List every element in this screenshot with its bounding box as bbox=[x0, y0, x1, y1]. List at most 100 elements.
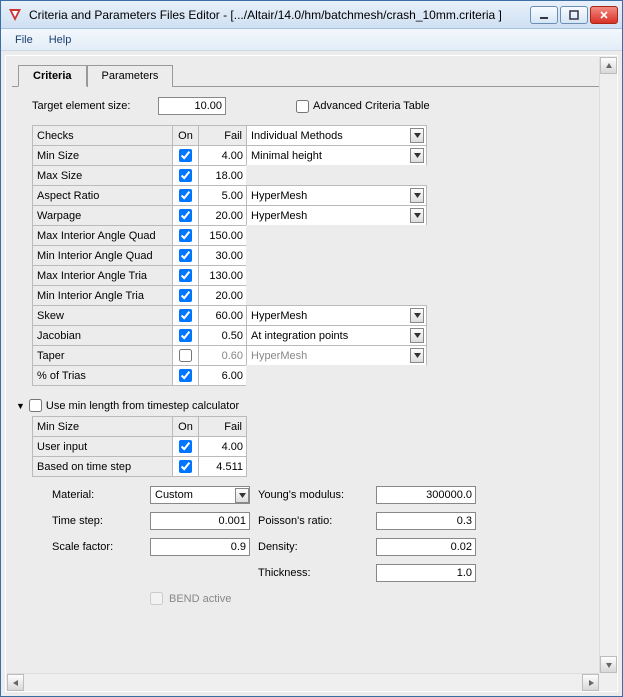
criteria-on-checkbox[interactable] bbox=[179, 349, 192, 362]
criteria-name: Max Size bbox=[32, 165, 173, 186]
target-size-input[interactable] bbox=[158, 97, 226, 115]
tab-criteria[interactable]: Criteria bbox=[18, 65, 87, 87]
timestep-fail-cell[interactable]: 4.00 bbox=[198, 436, 247, 457]
criteria-fail-cell[interactable]: 130.00 bbox=[198, 265, 247, 286]
young-input[interactable] bbox=[376, 486, 476, 504]
criteria-fail-cell[interactable]: 30.00 bbox=[198, 245, 247, 266]
criteria-fail-cell[interactable]: 20.00 bbox=[198, 285, 247, 306]
col-checks: Checks bbox=[32, 125, 173, 146]
criteria-method-cell[interactable]: Minimal height bbox=[246, 145, 427, 166]
col-methods[interactable]: Individual Methods bbox=[246, 125, 427, 146]
density-input[interactable] bbox=[376, 538, 476, 556]
criteria-on-cell[interactable] bbox=[172, 365, 199, 386]
criteria-on-cell[interactable] bbox=[172, 225, 199, 246]
maximize-button[interactable] bbox=[560, 6, 588, 24]
criteria-on-checkbox[interactable] bbox=[179, 229, 192, 242]
criteria-method-cell[interactable]: HyperMesh bbox=[246, 185, 427, 206]
scroll-left-icon[interactable] bbox=[7, 674, 24, 691]
criteria-method-cell[interactable]: At integration points bbox=[246, 325, 427, 346]
criteria-on-checkbox[interactable] bbox=[179, 289, 192, 302]
content-panel: Criteria Parameters Target element size:… bbox=[5, 55, 618, 692]
criteria-on-cell[interactable] bbox=[172, 165, 199, 186]
poisson-input[interactable] bbox=[376, 512, 476, 530]
use-min-length-checkbox[interactable] bbox=[29, 399, 42, 412]
criteria-fail-cell[interactable]: 150.00 bbox=[198, 225, 247, 246]
criteria-on-cell[interactable] bbox=[172, 345, 199, 366]
criteria-on-checkbox[interactable] bbox=[179, 269, 192, 282]
criteria-on-cell[interactable] bbox=[172, 245, 199, 266]
scroll-up-icon[interactable] bbox=[600, 57, 617, 74]
criteria-name: % of Trias bbox=[32, 365, 173, 386]
chevron-down-icon[interactable] bbox=[410, 308, 424, 323]
timestep-fail-cell[interactable]: 4.511 bbox=[198, 456, 247, 477]
collapse-icon[interactable]: ▼ bbox=[16, 401, 25, 411]
criteria-fail-cell[interactable]: 0.50 bbox=[198, 325, 247, 346]
criteria-on-cell[interactable] bbox=[172, 265, 199, 286]
criteria-fail-cell[interactable]: 6.00 bbox=[198, 365, 247, 386]
material-label: Material: bbox=[52, 489, 142, 501]
criteria-fail-cell[interactable]: 4.00 bbox=[198, 145, 247, 166]
chevron-down-icon[interactable] bbox=[410, 348, 424, 363]
criteria-on-cell[interactable] bbox=[172, 285, 199, 306]
timestep-on-cell[interactable] bbox=[172, 436, 199, 457]
criteria-name: Warpage bbox=[32, 205, 173, 226]
menu-help[interactable]: Help bbox=[41, 32, 80, 48]
col-fail: Fail bbox=[198, 125, 247, 146]
window-title: Criteria and Parameters Files Editor - [… bbox=[29, 8, 530, 22]
criteria-fail-cell[interactable]: 60.00 bbox=[198, 305, 247, 326]
criteria-fail-cell[interactable]: 0.60 bbox=[198, 345, 247, 366]
criteria-on-checkbox[interactable] bbox=[179, 329, 192, 342]
criteria-method-cell[interactable]: HyperMesh bbox=[246, 205, 427, 226]
thickness-input[interactable] bbox=[376, 564, 476, 582]
timestep-on-checkbox[interactable] bbox=[179, 460, 192, 473]
criteria-on-cell[interactable] bbox=[172, 205, 199, 226]
minimize-button[interactable] bbox=[530, 6, 558, 24]
criteria-method-cell bbox=[246, 265, 427, 286]
thickness-label: Thickness: bbox=[258, 567, 368, 579]
chevron-down-icon[interactable] bbox=[410, 128, 424, 143]
chevron-down-icon[interactable] bbox=[410, 208, 424, 223]
chevron-down-icon[interactable] bbox=[235, 488, 249, 503]
col2-minsize: Min Size bbox=[32, 416, 173, 437]
scroll-down-icon[interactable] bbox=[600, 656, 617, 673]
criteria-on-checkbox[interactable] bbox=[179, 209, 192, 222]
timestep-input[interactable] bbox=[150, 512, 250, 530]
app-icon bbox=[7, 7, 23, 23]
criteria-on-checkbox[interactable] bbox=[179, 169, 192, 182]
criteria-on-cell[interactable] bbox=[172, 145, 199, 166]
main-window: Criteria and Parameters Files Editor - [… bbox=[0, 0, 623, 697]
close-button[interactable] bbox=[590, 6, 618, 24]
criteria-on-checkbox[interactable] bbox=[179, 149, 192, 162]
criteria-fail-cell[interactable]: 18.00 bbox=[198, 165, 247, 186]
titlebar[interactable]: Criteria and Parameters Files Editor - [… bbox=[1, 1, 622, 29]
vertical-scrollbar[interactable] bbox=[599, 57, 616, 673]
tab-parameters[interactable]: Parameters bbox=[87, 65, 174, 87]
bend-active-label: BEND active bbox=[169, 593, 231, 605]
criteria-on-checkbox[interactable] bbox=[179, 309, 192, 322]
scale-input[interactable] bbox=[150, 538, 250, 556]
scale-label: Scale factor: bbox=[52, 541, 142, 553]
criteria-name: Max Interior Angle Tria bbox=[32, 265, 173, 286]
chevron-down-icon[interactable] bbox=[410, 328, 424, 343]
chevron-down-icon[interactable] bbox=[410, 188, 424, 203]
criteria-on-checkbox[interactable] bbox=[179, 189, 192, 202]
criteria-on-cell[interactable] bbox=[172, 305, 199, 326]
timestep-on-cell[interactable] bbox=[172, 456, 199, 477]
criteria-on-checkbox[interactable] bbox=[179, 369, 192, 382]
criteria-name: Min Size bbox=[32, 145, 173, 166]
criteria-on-checkbox[interactable] bbox=[179, 249, 192, 262]
material-select[interactable]: Custom bbox=[150, 486, 250, 504]
criteria-method-cell[interactable]: HyperMesh bbox=[246, 345, 427, 366]
menu-file[interactable]: File bbox=[7, 32, 41, 48]
horizontal-scrollbar[interactable] bbox=[7, 673, 599, 690]
criteria-fail-cell[interactable]: 20.00 bbox=[198, 205, 247, 226]
criteria-fail-cell[interactable]: 5.00 bbox=[198, 185, 247, 206]
timestep-on-checkbox[interactable] bbox=[179, 440, 192, 453]
criteria-method-cell[interactable]: HyperMesh bbox=[246, 305, 427, 326]
young-label: Young's modulus: bbox=[258, 489, 368, 501]
chevron-down-icon[interactable] bbox=[410, 148, 424, 163]
scroll-right-icon[interactable] bbox=[582, 674, 599, 691]
criteria-on-cell[interactable] bbox=[172, 185, 199, 206]
criteria-on-cell[interactable] bbox=[172, 325, 199, 346]
advanced-criteria-checkbox[interactable] bbox=[296, 100, 309, 113]
